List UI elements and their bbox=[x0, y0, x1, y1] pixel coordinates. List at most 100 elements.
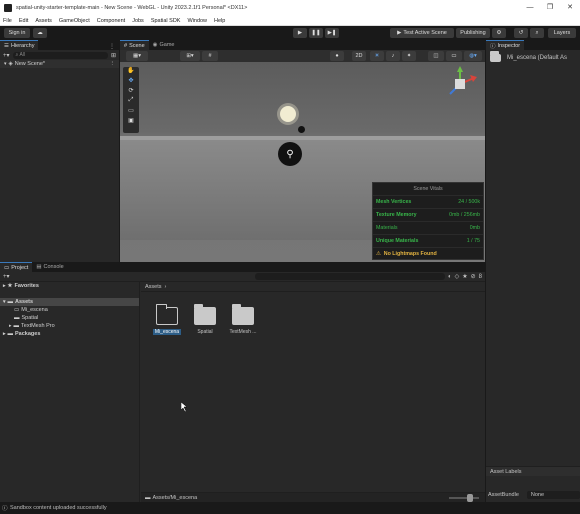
menu-edit[interactable]: Edit bbox=[19, 18, 28, 24]
tree-item-textmesh-label: TextMesh Pro bbox=[21, 323, 55, 329]
search-by-type-icon[interactable]: ◐ bbox=[448, 274, 452, 280]
tree-item-mi-escena[interactable]: ▭ Mi_escena bbox=[0, 306, 139, 314]
vitals-row-mesh: Mesh Vertices 24 / 500k bbox=[373, 195, 483, 208]
layers-label: Layers bbox=[553, 30, 571, 36]
tree-favorites[interactable]: ▸ ★ Favorites bbox=[0, 282, 139, 290]
scene-vitals-overlay: Scene Vitals Mesh Vertices 24 / 500k Tex… bbox=[372, 182, 484, 260]
history-icon[interactable]: ↺ bbox=[514, 28, 528, 38]
label-icon[interactable]: ◇ bbox=[455, 273, 460, 280]
rotate-tool-icon[interactable]: ⟳ bbox=[128, 87, 133, 97]
effects-icon[interactable]: ✦ bbox=[402, 51, 416, 61]
menu-help[interactable]: Help bbox=[214, 18, 225, 24]
expand-arrow-icon[interactable]: ▾ bbox=[4, 61, 7, 67]
menu-window[interactable]: Window bbox=[187, 18, 207, 24]
star-icon[interactable]: ★ bbox=[462, 273, 467, 280]
project-search-input[interactable] bbox=[254, 273, 445, 280]
vitals-label-texture: Texture Memory bbox=[376, 212, 417, 218]
vitals-label-unique: Unique Materials bbox=[376, 238, 419, 244]
cloud-icon[interactable]: ☁ bbox=[33, 28, 47, 38]
pivot-dropdown[interactable]: ⊞▾ bbox=[180, 51, 200, 61]
search-icon[interactable]: ⌕ bbox=[530, 28, 544, 38]
scene-menu-icon[interactable]: ⋮ bbox=[110, 61, 116, 67]
add-icon[interactable]: +▾ bbox=[3, 52, 10, 59]
gizmos-dropdown[interactable]: ◍▾ bbox=[464, 51, 482, 61]
asset-labels-header[interactable]: Asset Labels bbox=[486, 466, 580, 476]
directional-light-icon[interactable] bbox=[280, 106, 296, 122]
menu-gameobject[interactable]: GameObject bbox=[59, 18, 90, 24]
tab-game[interactable]: ◉ Game bbox=[149, 40, 179, 50]
menu-bar: File Edit Assets GameObject Component Jo… bbox=[0, 16, 580, 26]
close-button[interactable]: ✕ bbox=[560, 0, 580, 16]
orientation-gizmo-icon[interactable] bbox=[440, 64, 480, 104]
tree-packages-label: Packages bbox=[15, 331, 41, 337]
camera-gizmo-icon[interactable] bbox=[298, 126, 305, 133]
lighting-icon[interactable]: ☀ bbox=[370, 51, 384, 61]
tree-favorites-label: Favorites bbox=[14, 283, 39, 289]
step-icon[interactable]: ▶❚ bbox=[325, 28, 339, 38]
menu-jobs[interactable]: Jobs bbox=[132, 18, 144, 24]
hidden-objects-icon[interactable]: ◫ bbox=[428, 51, 444, 61]
play-icon[interactable]: ▶ bbox=[293, 28, 307, 38]
vitals-title: Scene Vitals bbox=[413, 186, 443, 192]
test-active-scene-button[interactable]: ▶ Test Active Scene bbox=[390, 28, 454, 38]
hand-tool-icon[interactable]: ✋ bbox=[127, 67, 134, 77]
tree-item-textmesh[interactable]: ▸ ▬ TextMesh Pro bbox=[0, 322, 139, 330]
asset-item-textmesh[interactable]: TextMesh ... bbox=[228, 304, 258, 335]
tree-item-spatial[interactable]: ▬ Spatial bbox=[0, 314, 139, 322]
assets-folder-icon: ▬ bbox=[7, 299, 14, 305]
tree-assets[interactable]: ▾ ▬ Assets bbox=[0, 298, 139, 306]
layers-dropdown[interactable]: Layers bbox=[548, 28, 576, 38]
sign-in-button[interactable]: Sign in bbox=[4, 28, 30, 38]
tab-hierarchy[interactable]: ☰ Hierarchy bbox=[0, 40, 39, 50]
filter-icon[interactable]: ⊞ bbox=[111, 52, 116, 59]
warning-icon: ⚠ bbox=[376, 251, 381, 257]
tree-packages[interactable]: ▸ ▬ Packages bbox=[0, 330, 139, 338]
menu-file[interactable]: File bbox=[3, 18, 12, 24]
inspector-tabbar: ⓘ Inspector bbox=[486, 40, 580, 50]
project-counter: 8 bbox=[478, 273, 482, 280]
menu-spatial-sdk[interactable]: Spatial SDK bbox=[151, 18, 181, 24]
breadcrumb-chevron-icon: › bbox=[164, 283, 167, 290]
pause-icon[interactable]: ❚❚ bbox=[309, 28, 323, 38]
tool-palette: ✋ ✥ ⟳ ⤢ ▭ ▣ bbox=[123, 67, 139, 133]
audio-icon[interactable]: ♪ bbox=[386, 51, 400, 61]
rect-tool-icon[interactable]: ▭ bbox=[128, 107, 134, 117]
hierarchy-search-row: +▾ ⌕ All ⊞ bbox=[0, 50, 119, 60]
vitals-value-texture: 0mb / 256mb bbox=[449, 212, 480, 218]
tab-scene[interactable]: # Scene bbox=[120, 40, 149, 50]
breadcrumb-assets[interactable]: Assets bbox=[145, 284, 162, 290]
2d-toggle[interactable]: 2D bbox=[352, 51, 366, 61]
transform-tool-icon[interactable]: ▣ bbox=[128, 117, 134, 127]
scale-tool-icon[interactable]: ⤢ bbox=[129, 97, 134, 107]
gear-icon[interactable]: ⚙ bbox=[492, 28, 506, 38]
slider-handle[interactable] bbox=[467, 493, 473, 502]
tab-inspector[interactable]: ⓘ Inspector bbox=[486, 40, 525, 50]
hidden-packages-icon[interactable]: ⊘ bbox=[471, 273, 476, 280]
menu-assets[interactable]: Assets bbox=[35, 18, 52, 24]
move-tool-icon[interactable]: ✥ bbox=[128, 77, 133, 87]
icon-size-slider[interactable] bbox=[449, 493, 479, 502]
folder-icon bbox=[232, 304, 254, 325]
asset-item-spatial[interactable]: Spatial bbox=[191, 304, 219, 335]
maximize-button[interactable]: ❐ bbox=[540, 0, 560, 16]
project-add-icon[interactable]: +▾ bbox=[3, 273, 10, 280]
draw-mode-dropdown[interactable]: ▦▾ bbox=[126, 51, 148, 61]
asset-item-mi-escena[interactable]: Mi_escena bbox=[153, 304, 181, 335]
tab-project[interactable]: ▭ Project bbox=[0, 262, 33, 272]
more-icon[interactable]: ⋮ bbox=[109, 43, 115, 50]
empty-folder-icon: ▭ bbox=[14, 307, 20, 313]
grid-snap-icon[interactable]: # bbox=[202, 51, 218, 61]
hierarchy-search-input[interactable]: ⌕ All bbox=[12, 51, 108, 59]
menu-component[interactable]: Component bbox=[97, 18, 125, 24]
render-mode-icon[interactable]: ● bbox=[330, 51, 344, 61]
camera-icon[interactable]: ▭ bbox=[446, 51, 462, 61]
minimize-button[interactable]: — bbox=[520, 0, 540, 16]
publishing-button[interactable]: Publishing bbox=[456, 28, 490, 38]
tab-console[interactable]: ▤ Console bbox=[32, 262, 67, 272]
spawn-point-icon[interactable]: ⚲ bbox=[278, 142, 302, 166]
vitals-value-unique: 1 / 75 bbox=[466, 238, 480, 244]
asset-bundle-dropdown[interactable]: None bbox=[526, 491, 580, 499]
tree-item-spatial-label: Spatial bbox=[21, 315, 39, 321]
scene-row[interactable]: ▾ ◈ New Scene* ⋮ bbox=[0, 60, 119, 68]
gamepad-icon: ◉ bbox=[152, 42, 158, 48]
